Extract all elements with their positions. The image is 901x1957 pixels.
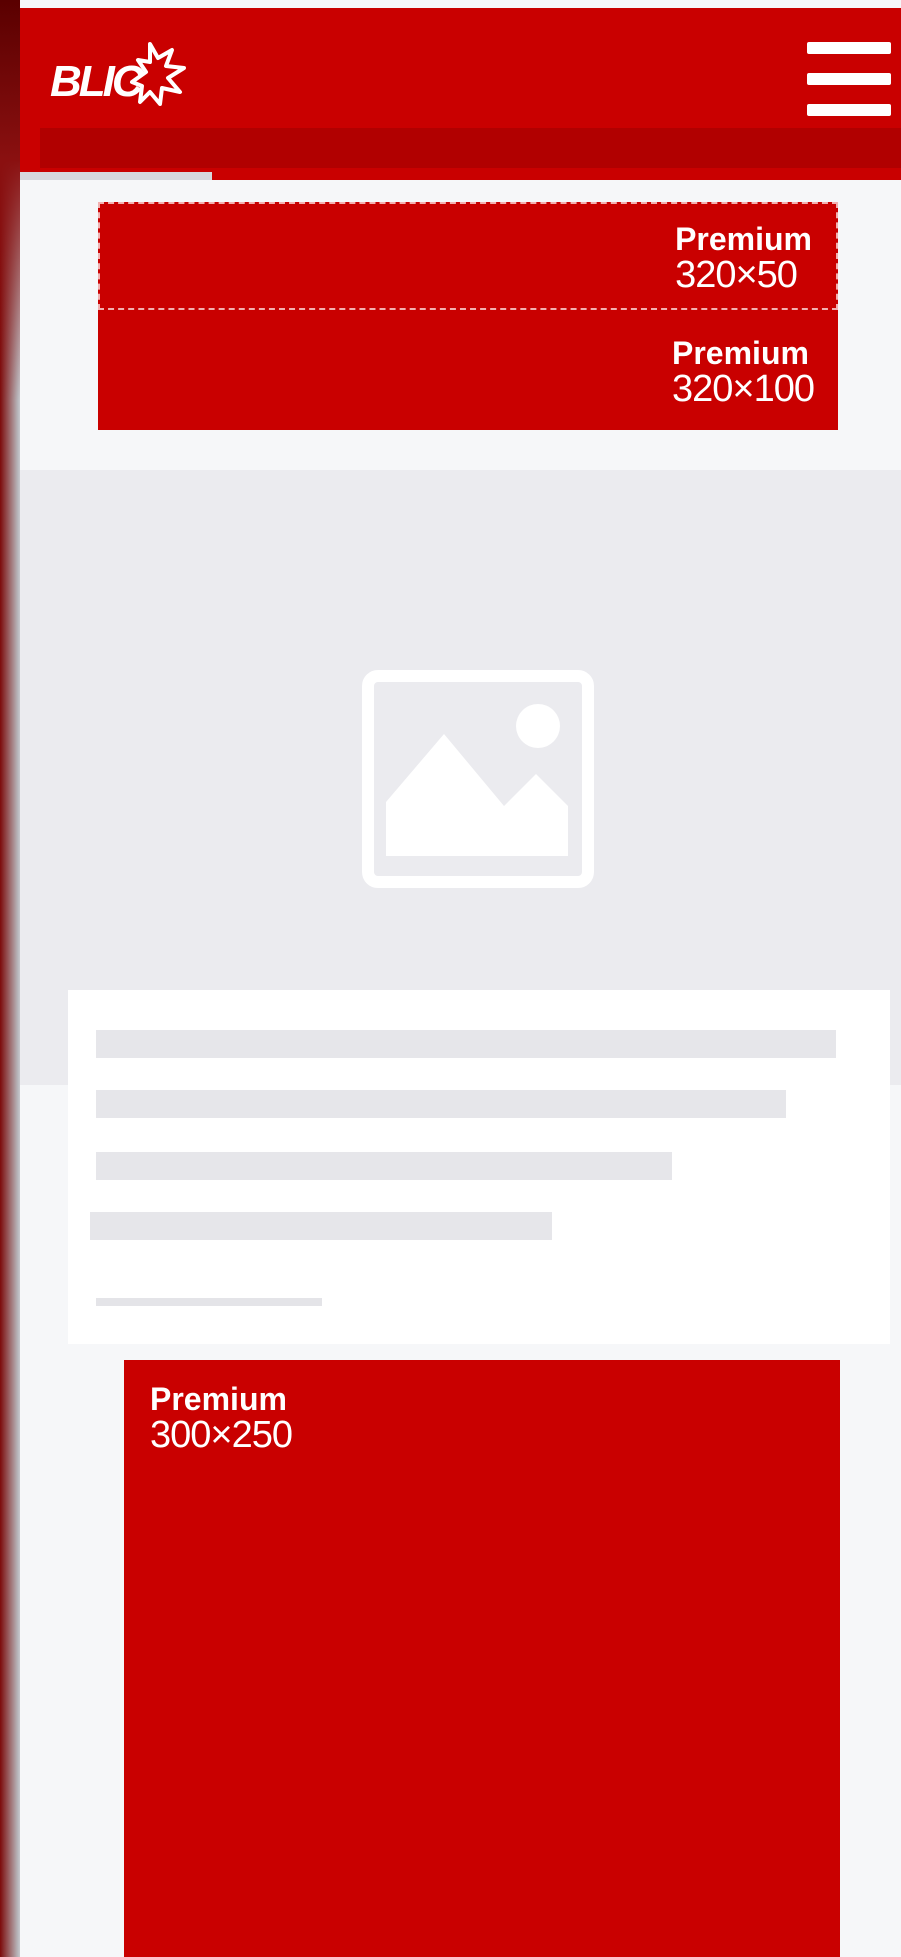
skeleton-line	[96, 1090, 786, 1118]
mobile-page: BLIC Premium 320×50 Premium 320×100 Prem…	[20, 0, 901, 1957]
premium-ad-300x250[interactable]: Premium 300×250	[124, 1360, 840, 1957]
ad-text: Premium 320×50	[675, 222, 812, 294]
logo-graphic: BLIC	[50, 42, 186, 106]
premium-ad-320x50[interactable]: Premium 320×50	[98, 202, 838, 310]
ad-label: Premium	[675, 221, 812, 257]
skeleton-line	[96, 1030, 836, 1058]
site-header: BLIC	[20, 8, 901, 180]
blic-logo[interactable]: BLIC	[50, 38, 190, 118]
ad-label: Premium	[672, 335, 809, 371]
ad-size: 300×250	[150, 1414, 293, 1456]
ad-text: Premium 320×100	[672, 335, 815, 410]
logo-text: BLIC	[50, 57, 145, 106]
ad-text: Premium 300×250	[150, 1381, 293, 1456]
menu-bar	[807, 104, 891, 116]
skeleton-line	[90, 1212, 552, 1240]
ad-size: 320×50	[675, 254, 798, 296]
ad-size: 320×100	[672, 368, 815, 410]
article-text-placeholder	[68, 990, 890, 1344]
image-placeholder-icon	[362, 670, 594, 888]
premium-ad-320x100[interactable]: Premium 320×100	[98, 310, 838, 430]
hamburger-menu-icon[interactable]	[807, 42, 891, 116]
skeleton-line	[96, 1298, 322, 1306]
skeleton-line	[96, 1152, 672, 1180]
menu-bar	[807, 42, 891, 54]
menu-bar	[807, 73, 891, 85]
ad-label: Premium	[150, 1381, 287, 1417]
sub-navigation-bar	[40, 128, 901, 168]
loading-progress	[20, 172, 212, 180]
